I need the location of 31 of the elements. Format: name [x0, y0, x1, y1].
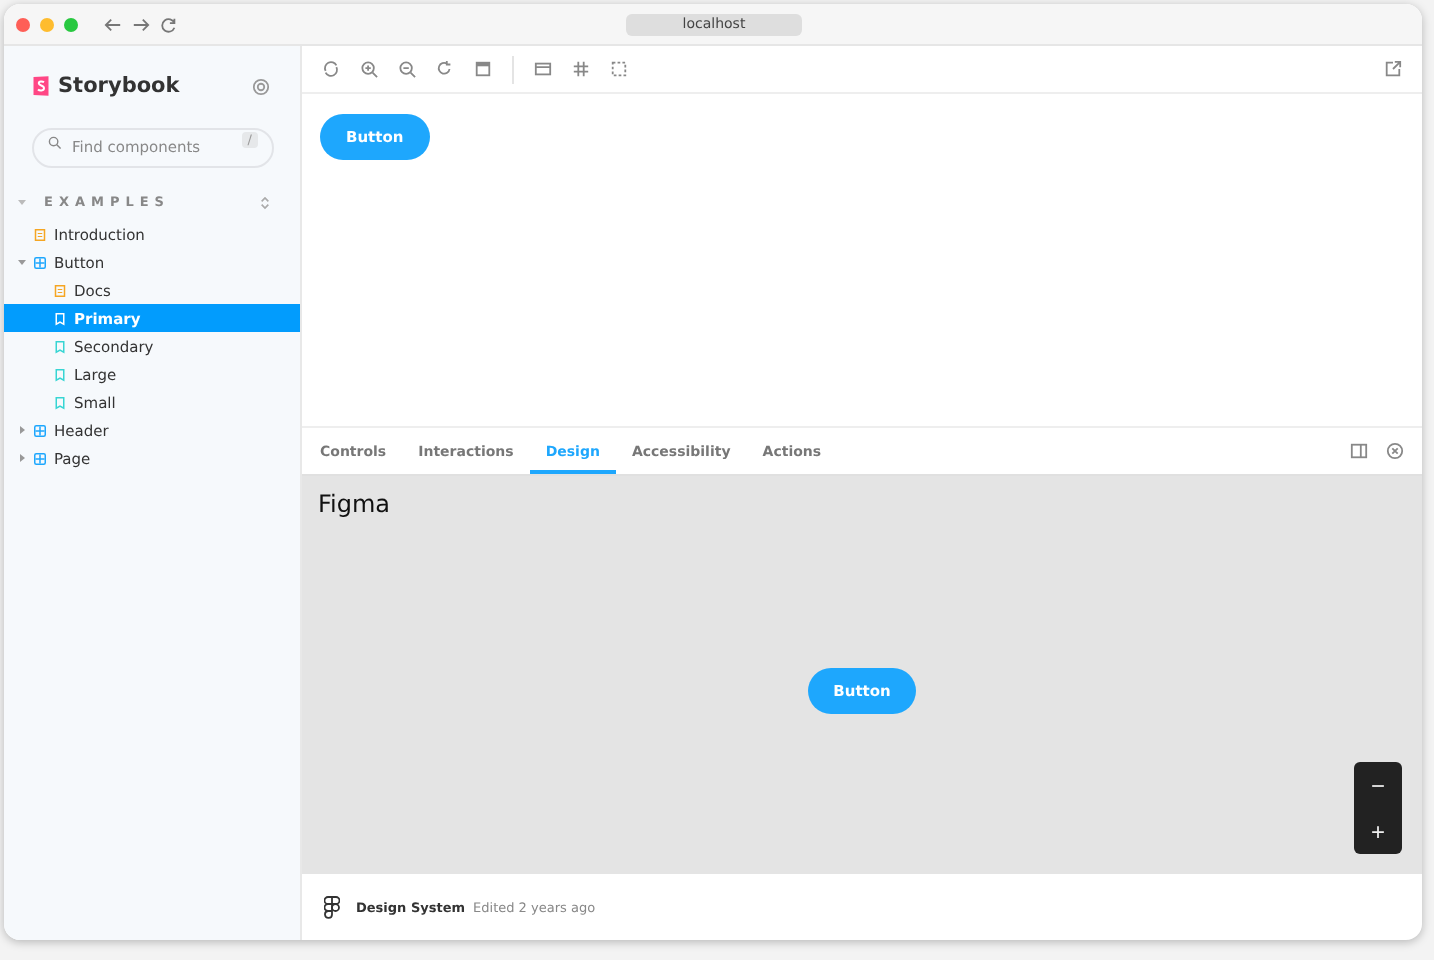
- caret-icon[interactable]: [16, 196, 28, 208]
- open-external-icon[interactable]: [1384, 60, 1402, 78]
- figma-title: Figma: [316, 488, 393, 518]
- zoom-out-icon[interactable]: [398, 60, 416, 78]
- zoom-in-button[interactable]: +: [1370, 817, 1385, 845]
- sync-icon[interactable]: [322, 60, 340, 78]
- grid-icon[interactable]: [572, 60, 590, 78]
- document-icon: [54, 283, 66, 297]
- figma-icon: [324, 895, 340, 919]
- close-icon[interactable]: [1386, 442, 1404, 460]
- background-icon[interactable]: [474, 60, 492, 78]
- document-icon: [34, 227, 46, 241]
- back-icon[interactable]: [104, 15, 122, 33]
- close-icon[interactable]: [16, 17, 30, 31]
- panel-orientation-icon[interactable]: [1350, 442, 1368, 460]
- forward-icon[interactable]: [132, 15, 150, 33]
- component-icon: [34, 423, 46, 437]
- component-icon: [34, 451, 46, 465]
- expand-collapse-icon[interactable]: [260, 195, 270, 209]
- search-icon: [48, 135, 62, 149]
- logo-icon: [32, 74, 50, 98]
- reload-icon[interactable]: [160, 15, 178, 33]
- component-icon: [34, 255, 46, 269]
- reset-zoom-icon[interactable]: [436, 60, 454, 78]
- outline-icon[interactable]: [610, 60, 628, 78]
- maximize-icon[interactable]: [64, 17, 78, 31]
- zoom-out-button[interactable]: −: [1370, 771, 1385, 799]
- zoom-in-icon[interactable]: [360, 60, 378, 78]
- settings-icon[interactable]: [252, 77, 270, 95]
- viewport-icon[interactable]: [534, 60, 552, 78]
- brand-name: Storybook: [58, 74, 182, 98]
